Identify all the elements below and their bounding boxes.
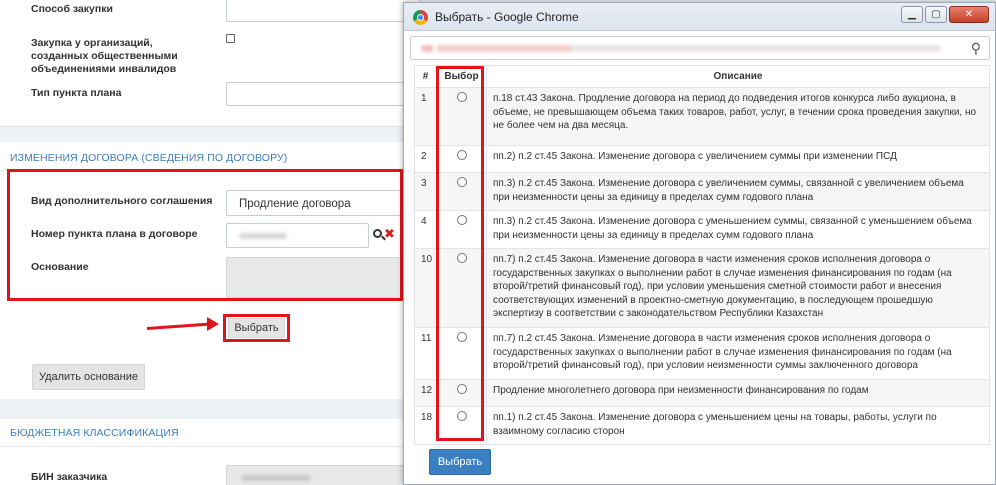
row-number: 4 — [414, 210, 437, 249]
row-number: 18 — [414, 406, 437, 445]
row-number: 2 — [414, 145, 437, 173]
blurred-value — [241, 475, 311, 481]
table-row[interactable]: 3 пп.3) п.2 ст.45 Закона. Изменение дого… — [414, 172, 990, 211]
window-titlebar[interactable]: Выбрать - Google Chrome ▁ ▢ ✕ — [404, 3, 995, 31]
procurement-method-label: Способ закупки — [31, 3, 113, 15]
row-number: 10 — [414, 248, 437, 328]
table-row[interactable]: 12 Продление многолетнего договора при н… — [414, 379, 990, 407]
procurement-form-panel: Способ закупки Закупка у организаций, со… — [0, 0, 420, 127]
chrome-logo-icon — [413, 10, 428, 25]
table-row[interactable]: 1 п.18 ст.43 Закона. Продление договора … — [414, 87, 990, 146]
maximize-icon[interactable]: ▢ — [925, 6, 947, 23]
row-number: 3 — [414, 172, 437, 211]
column-header-num: # — [414, 65, 437, 88]
table-row[interactable]: 4 пп.3) п.2 ст.45 Закона. Изменение дого… — [414, 210, 990, 249]
select-popup-window: Выбрать - Google Chrome ▁ ▢ ✕ ⚲ # Выбор … — [403, 2, 996, 485]
row-number: 1 — [414, 87, 437, 146]
plan-item-type-input[interactable] — [226, 82, 420, 106]
table-row[interactable]: 2 пп.2) п.2 ст.45 Закона. Изменение дого… — [414, 145, 990, 173]
contract-change-section-title: ИЗМЕНЕНИЯ ДОГОВОРА (СВЕДЕНИЯ ПО ДОГОВОРУ… — [10, 152, 288, 164]
highlight-box — [7, 169, 403, 301]
disabled-org-checkbox[interactable] — [226, 34, 235, 43]
plan-item-type-label: Тип пункта плана — [31, 87, 122, 99]
blurred-url — [421, 45, 941, 52]
row-number: 11 — [414, 327, 437, 380]
row-description: пп.3) п.2 ст.45 Закона. Изменение догово… — [486, 210, 990, 249]
bin-field — [226, 465, 420, 485]
select-column-highlight — [436, 66, 484, 441]
row-description: пп.1) п.2 ст.45 Закона. Изменение догово… — [486, 406, 990, 445]
select-button[interactable]: Выбрать — [228, 318, 285, 338]
minimize-icon[interactable]: ▁ — [901, 6, 923, 23]
delete-basis-button[interactable]: Удалить основание — [32, 364, 145, 390]
row-description: пп.7) п.2 ст.45 Закона. Изменение догово… — [486, 248, 990, 328]
disabled-org-label: Закупка у организаций, созданных обществ… — [31, 37, 178, 75]
basis-table: # Выбор Описание 1 п.18 ст.43 Закона. Пр… — [414, 65, 990, 445]
row-description: п.18 ст.43 Закона. Продление договора на… — [486, 87, 990, 146]
table-row[interactable]: 11 пп.7) п.2 ст.45 Закона. Изменение дог… — [414, 327, 990, 380]
row-number: 12 — [414, 379, 437, 407]
procurement-method-input[interactable] — [226, 0, 420, 22]
table-row[interactable]: 18 пп.1) п.2 ст.45 Закона. Изменение дог… — [414, 406, 990, 445]
budget-section-title: БЮДЖЕТНАЯ КЛАССИФИКАЦИЯ — [10, 427, 179, 439]
popup-select-button[interactable]: Выбрать — [429, 449, 491, 475]
close-icon[interactable]: ✕ — [949, 6, 989, 23]
table-row[interactable]: 10 пп.7) п.2 ст.45 Закона. Изменение дог… — [414, 248, 990, 328]
red-arrow-icon — [207, 317, 219, 331]
column-header-description: Описание — [486, 65, 990, 88]
row-description: пп.2) п.2 ст.45 Закона. Изменение догово… — [486, 145, 990, 173]
row-description: Продление многолетнего договора при неиз… — [486, 379, 990, 407]
row-description: пп.7) п.2 ст.45 Закона. Изменение догово… — [486, 327, 990, 380]
section-divider — [0, 446, 420, 447]
row-description: пп.3) п.2 ст.45 Закона. Изменение догово… — [486, 172, 990, 211]
budget-section: БЮДЖЕТНАЯ КЛАССИФИКАЦИЯ БИН заказчика — [0, 419, 420, 485]
window-title: Выбрать - Google Chrome — [435, 10, 579, 24]
address-bar[interactable]: ⚲ — [410, 36, 990, 60]
bin-label: БИН заказчика — [31, 471, 108, 483]
zoom-icon[interactable]: ⚲ — [971, 40, 981, 57]
